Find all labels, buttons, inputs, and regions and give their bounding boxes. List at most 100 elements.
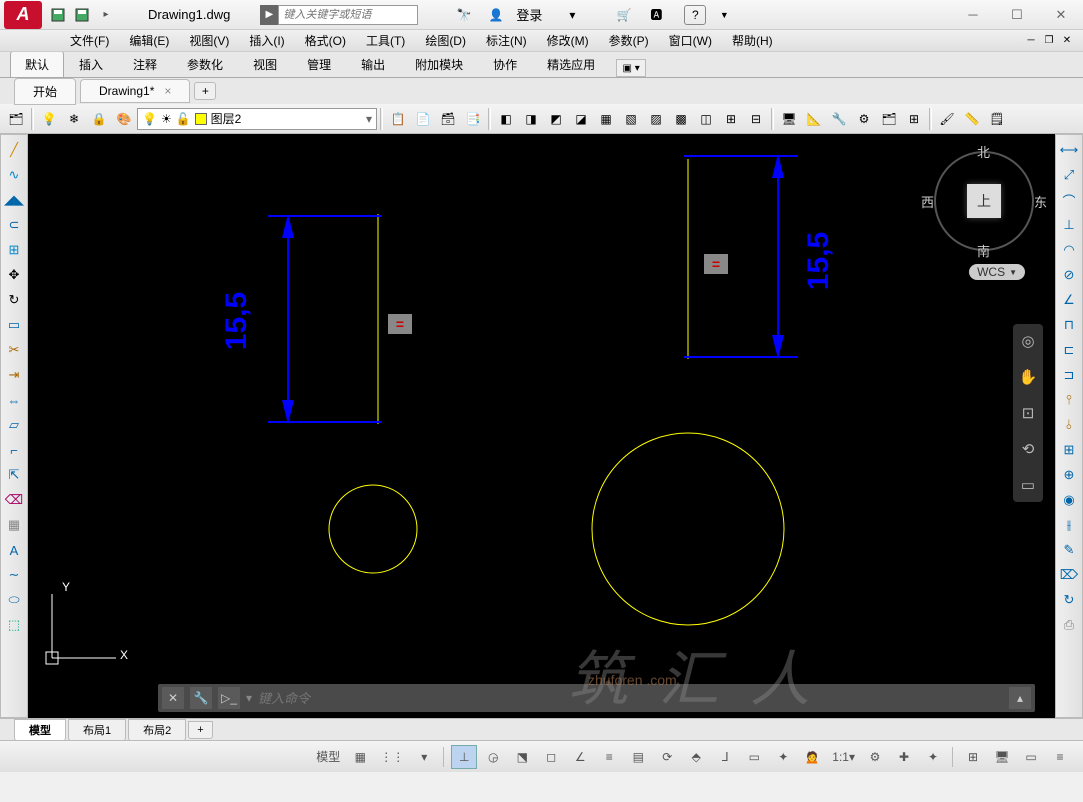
jogged-icon[interactable]: ⫲ [1058,514,1080,536]
dimension-1[interactable]: 15,5 [220,292,254,350]
lineweight-icon[interactable]: ≡ [596,745,622,769]
layer-properties-icon[interactable]: 🗂 [4,107,28,131]
file-tab-drawing1[interactable]: Drawing1*× [80,79,190,103]
layer-lock-icon[interactable]: 🔒 [87,107,111,131]
dim-break-icon[interactable]: ⫰ [1058,414,1080,436]
erase-icon[interactable]: ⌫ [3,489,25,511]
app-logo[interactable]: A [4,1,42,29]
mdi-close-icon[interactable]: ✕ [1059,34,1075,48]
status-model[interactable]: 模型 [312,745,344,769]
login-link[interactable]: 登录 [516,5,542,24]
osnap-icon[interactable]: ◻ [538,745,564,769]
layout-tab-1[interactable]: 布局1 [68,719,126,741]
layer-iso-icon[interactable]: ◧ [494,107,518,131]
minimize-button[interactable]: ─ [951,1,995,29]
layer-vp-icon[interactable]: ⊞ [719,107,743,131]
dim-update-icon[interactable]: ↻ [1058,589,1080,611]
search-icon[interactable]: ▶ [260,5,278,25]
qat-save-icon[interactable] [46,3,70,27]
layer-cur-icon[interactable]: ⊟ [744,107,768,131]
dim-arc-icon[interactable]: ⌒ [1058,189,1080,211]
tool-i-icon[interactable]: 🗒 [985,107,1009,131]
command-line[interactable]: ✕ 🔧 ▷_ ▾ ▴ [158,684,1035,712]
layer-off-icon[interactable]: ◨ [519,107,543,131]
tool-b-icon[interactable]: 📐 [802,107,826,131]
selection-icon[interactable]: ▭ [741,745,767,769]
qat-more-icon[interactable]: ▸ [94,3,118,27]
binoculars-icon[interactable]: 🔭 [450,3,478,27]
dynucs-icon[interactable]: ⅃ [712,745,738,769]
ribbon-tab-manage[interactable]: 管理 [292,51,346,77]
layout-tab-model[interactable]: 模型 [14,719,66,741]
user-icon[interactable]: 👤 [482,3,510,27]
rectangle-icon[interactable]: ▭ [3,314,25,336]
explode-icon[interactable]: ⇱ [3,464,25,486]
menu-format[interactable]: 格式(O) [295,30,356,51]
steering-wheel-icon[interactable]: ◎ [1017,330,1039,352]
snap-icon[interactable]: ⋮⋮ [376,745,408,769]
dim-continue-icon[interactable]: ⊐ [1058,364,1080,386]
menu-tools[interactable]: 工具(T) [356,30,415,51]
layer-walk-icon[interactable]: ◫ [694,107,718,131]
menu-modify[interactable]: 修改(M) [537,30,599,51]
layout-tab-2[interactable]: 布局2 [128,719,186,741]
cmd-close-icon[interactable]: ✕ [162,687,184,709]
cmd-customize-icon[interactable]: 🔧 [190,687,212,709]
cart-arrow-icon[interactable]: ▾ [558,3,586,27]
constraint-equal-2[interactable]: = [704,254,728,274]
extend-icon[interactable]: ⇥ [3,364,25,386]
centermark-icon[interactable]: ⊕ [1058,464,1080,486]
tool-a-icon[interactable]: 🖥 [777,107,801,131]
ribbon-tab-view[interactable]: 视图 [238,51,292,77]
menu-help[interactable]: 帮助(H) [722,30,783,51]
menu-dim[interactable]: 标注(N) [476,30,537,51]
3dosnap-icon[interactable]: ⬘ [683,745,709,769]
maximize-button[interactable]: ☐ [995,1,1039,29]
menu-draw[interactable]: 绘图(D) [415,30,476,51]
tolerance-icon[interactable]: ⊞ [1058,439,1080,461]
layer-match-icon[interactable]: ▨ [644,107,668,131]
iso-icon[interactable]: ⬔ [509,745,535,769]
constraint-equal-1[interactable]: = [388,314,412,334]
layer-tool-2-icon[interactable]: 📄 [411,107,435,131]
ribbon-tab-parametric[interactable]: 参数化 [172,51,238,77]
mdi-restore-icon[interactable]: ❐ [1041,34,1057,48]
dimension-2[interactable]: 15,5 [802,232,836,290]
zoom-extents-icon[interactable]: ⊡ [1017,402,1039,424]
tool-h-icon[interactable]: 📏 [960,107,984,131]
layer-tool-1-icon[interactable]: 📋 [386,107,410,131]
grid-icon[interactable]: ▦ [347,745,373,769]
ribbon-tab-featured[interactable]: 精选应用 [532,51,610,77]
transparency-icon[interactable]: ▤ [625,745,651,769]
layer-lck-icon[interactable]: ◪ [569,107,593,131]
rotate-icon[interactable]: ↻ [3,289,25,311]
menu-edit[interactable]: 编辑(E) [119,30,179,51]
cleanscreen-icon[interactable]: ▭ [1018,745,1044,769]
menu-file[interactable]: 文件(F) [60,30,119,51]
showmotion-icon[interactable]: ▭ [1017,474,1039,496]
help-dropdown-icon[interactable]: ▼ [710,3,738,27]
workspace-icon[interactable]: ⊞ [960,745,986,769]
ribbon-tab-output[interactable]: 输出 [346,51,400,77]
ribbon-overflow[interactable]: ▣ ▾ [616,59,646,77]
scale-icon[interactable]: ▱ [3,414,25,436]
dim-baseline-icon[interactable]: ⊏ [1058,339,1080,361]
annovis-icon[interactable]: ✚ [891,745,917,769]
share-icon[interactable]: 🅰 [642,3,670,27]
line-icon[interactable]: ╱ [3,139,25,161]
cart-icon[interactable]: 🛒 [610,3,638,27]
ribbon-tab-addons[interactable]: 附加模块 [400,51,478,77]
search-input[interactable] [278,5,418,25]
stretch-icon[interactable]: ⇔ [3,389,25,411]
viewcube[interactable]: 上 北 南 东 西 [929,146,1039,256]
menu-insert[interactable]: 插入(I) [239,30,294,51]
close-icon[interactable]: × [164,84,171,98]
hatch-icon[interactable]: ▦ [3,514,25,536]
wcs-badge[interactable]: WCS▼ [969,264,1025,280]
annoscale-icon[interactable]: 🙍 [799,745,825,769]
pan-icon[interactable]: ✋ [1017,366,1039,388]
dim-edit-icon[interactable]: ✎ [1058,539,1080,561]
ortho-icon[interactable]: ⊥ [451,745,477,769]
gear-icon[interactable]: ⚙ [862,745,888,769]
layer-tool-3-icon[interactable]: 🗃 [436,107,460,131]
